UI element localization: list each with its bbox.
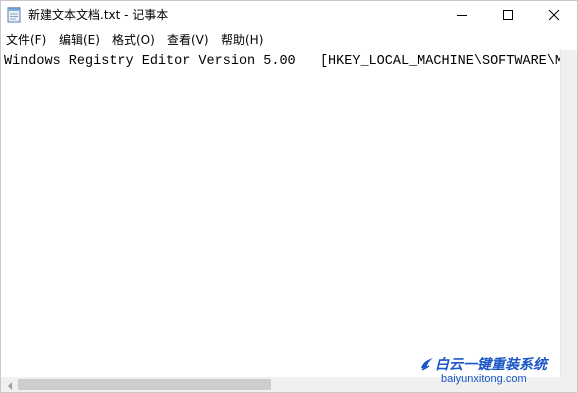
horizontal-scroll-thumb[interactable]	[18, 379, 271, 390]
menu-edit[interactable]: 编辑(E)	[59, 32, 100, 48]
chevron-left-icon	[7, 375, 13, 392]
notepad-window: 新建文本文档.txt - 记事本 文件(F) 编辑(E) 格式(O) 查看(V)…	[0, 0, 578, 393]
close-button[interactable]	[531, 1, 577, 30]
notepad-icon[interactable]	[7, 6, 21, 23]
minimize-icon	[456, 6, 468, 25]
menu-format[interactable]: 格式(O)	[112, 32, 155, 48]
editor-text-line[interactable]: Windows Registry Editor Version 5.00 [HK…	[4, 54, 560, 70]
window-title: 新建文本文档.txt - 记事本	[28, 8, 169, 22]
menu-help[interactable]: 帮助(H)	[221, 32, 263, 48]
minimize-button[interactable]	[439, 1, 485, 30]
maximize-button[interactable]	[485, 1, 531, 30]
scroll-left-button[interactable]	[1, 377, 18, 392]
bird-logo-icon	[419, 354, 435, 376]
menu-view[interactable]: 查看(V)	[167, 32, 209, 48]
text-editor-area[interactable]: Windows Registry Editor Version 5.00 [HK…	[1, 50, 560, 377]
menu-bar: 文件(F) 编辑(E) 格式(O) 查看(V) 帮助(H)	[1, 30, 577, 50]
watermark-title: 白云一键重装系统	[435, 357, 547, 373]
watermark-logo: 白云一键重装系统 baiyunxitong.com	[419, 346, 575, 390]
close-icon	[548, 6, 560, 25]
title-bar[interactable]: 新建文本文档.txt - 记事本	[1, 1, 577, 30]
vertical-scrollbar[interactable]	[560, 50, 577, 377]
menu-file[interactable]: 文件(F)	[6, 32, 46, 48]
maximize-icon	[502, 6, 514, 25]
watermark-url: baiyunxitong.com	[441, 373, 527, 385]
